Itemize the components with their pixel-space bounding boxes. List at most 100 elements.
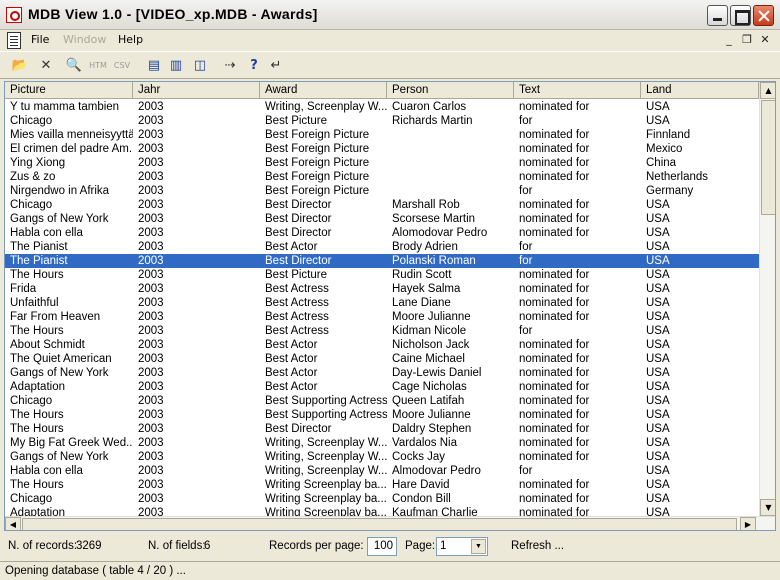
table-row[interactable]: Frida 2003 Best Actress Hayek Salma nominate… xyxy=(5,282,759,296)
tile-windows-icon[interactable]: ▤ xyxy=(144,56,164,76)
open-folder-icon[interactable]: 📂 xyxy=(10,56,30,76)
cell-jahr: 2003 xyxy=(138,269,164,281)
cell-jahr: 2003 xyxy=(138,423,164,435)
cell-jahr: 2003 xyxy=(138,479,164,491)
table-row[interactable]: Zus & zo 2003 Best Foreign Picture nominate… xyxy=(5,170,759,184)
cell-jahr: 2003 xyxy=(138,451,164,463)
export-htm-icon[interactable]: HTM xyxy=(88,56,108,76)
table-row[interactable]: Chicago 2003 Best Supporting Actress Queen … xyxy=(5,394,759,408)
cell-land: USA xyxy=(646,479,670,491)
table-row[interactable]: Chicago 2003 Writing Screenplay ba... Condo… xyxy=(5,492,759,506)
vertical-scrollbar[interactable]: ▲ ▼ xyxy=(759,82,775,516)
table-row[interactable]: Chicago 2003 Best Picture Richards Martin fo… xyxy=(5,114,759,128)
table-row[interactable]: Adaptation 2003 Writing Screenplay ba... Ka… xyxy=(5,506,759,516)
column-header-person[interactable]: Person xyxy=(387,82,514,99)
table-row[interactable]: Adaptation 2003 Best Actor Cage Nicholas nom… xyxy=(5,380,759,394)
mdi-minimize-icon[interactable]: _ xyxy=(721,33,737,47)
table-row[interactable]: Chicago 2003 Best Director Marshall Rob nomi… xyxy=(5,198,759,212)
data-grid[interactable]: Picture Jahr Award Person Text Land Y tu… xyxy=(4,81,776,531)
search-icon[interactable]: 🔍 xyxy=(64,56,84,76)
cell-land: Mexico xyxy=(646,143,683,155)
cell-picture: Zus & zo xyxy=(10,171,56,183)
close-button[interactable] xyxy=(753,5,774,26)
page-select[interactable]: 1 ▼ xyxy=(436,537,488,556)
table-row[interactable]: Habla con ella 2003 Best Director Alomodova… xyxy=(5,226,759,240)
horizontal-scrollbar[interactable]: ◀ ▶ xyxy=(5,516,775,530)
column-header-picture[interactable]: Picture xyxy=(5,82,133,99)
minimize-button[interactable] xyxy=(707,5,728,26)
chevron-down-icon[interactable]: ▼ xyxy=(471,539,486,554)
table-row[interactable]: Habla con ella 2003 Writing, Screenplay W.… xyxy=(5,464,759,478)
column-header-text[interactable]: Text xyxy=(514,82,641,99)
table-row[interactable]: The Pianist 2003 Best Director Polanski Rom… xyxy=(5,254,759,268)
table-row[interactable]: About Schmidt 2003 Best Actor Nicholson Jac… xyxy=(5,338,759,352)
table-row[interactable]: Gangs of New York 2003 Writing, Screenplay… xyxy=(5,450,759,464)
menu-help[interactable]: Help xyxy=(118,33,143,46)
cell-text: nominated for xyxy=(519,507,590,516)
table-row[interactable]: Ying Xiong 2003 Best Foreign Picture nomina… xyxy=(5,156,759,170)
records-per-page-input[interactable]: 100 xyxy=(367,537,397,556)
column-header-award[interactable]: Award xyxy=(260,82,387,99)
page-select-value: 1 xyxy=(440,540,447,552)
cell-jahr: 2003 xyxy=(138,241,164,253)
cell-jahr: 2003 xyxy=(138,507,164,516)
table-row[interactable]: Far From Heaven 2003 Best Actress Moore Jul… xyxy=(5,310,759,324)
arrange-icon[interactable]: ⇢ xyxy=(220,56,240,76)
cell-award: Writing, Screenplay W... xyxy=(265,451,387,463)
cell-text: nominated for xyxy=(519,423,590,435)
export-csv-icon[interactable]: CSV xyxy=(112,56,132,76)
table-row[interactable]: Y tu mamma tambien 2003 Writing, Screenpla… xyxy=(5,100,759,114)
column-header-land[interactable]: Land xyxy=(641,82,759,99)
horizontal-scroll-thumb[interactable] xyxy=(22,518,737,530)
cell-jahr: 2003 xyxy=(138,325,164,337)
table-row[interactable]: The Hours 2003 Writing Screenplay ba... Har… xyxy=(5,478,759,492)
table-row[interactable]: The Hours 2003 Best Director Daldry Stephen… xyxy=(5,422,759,436)
app-icon[interactable] xyxy=(6,7,22,23)
cell-jahr: 2003 xyxy=(138,283,164,295)
table-row[interactable]: Unfaithful 2003 Best Actress Lane Diane nomi… xyxy=(5,296,759,310)
cell-award: Best Director xyxy=(265,227,332,239)
cell-picture: Mies vailla menneisyyttä xyxy=(10,129,133,141)
table-row[interactable]: Gangs of New York 2003 Best Actor Day-Lewis… xyxy=(5,366,759,380)
table-row[interactable]: My Big Fat Greek Wed... 2003 Writing, Scre… xyxy=(5,436,759,450)
cell-person xyxy=(387,184,514,198)
cascade-windows-icon[interactable]: ▥ xyxy=(166,56,186,76)
table-row[interactable]: Mies vailla menneisyyttä 2003 Best Foreign… xyxy=(5,128,759,142)
cell-picture: Adaptation xyxy=(10,381,65,393)
back-icon[interactable]: ↵ xyxy=(266,56,286,76)
cell-picture: Gangs of New York xyxy=(10,213,109,225)
vertical-scroll-thumb[interactable] xyxy=(761,100,775,215)
table-row[interactable]: The Hours 2003 Best Actress Kidman Nicole fo… xyxy=(5,324,759,338)
cell-picture: The Hours xyxy=(10,269,64,281)
cell-jahr: 2003 xyxy=(138,297,164,309)
table-row[interactable]: El crimen del padre Am... 2003 Best Foreig… xyxy=(5,142,759,156)
table-row[interactable]: The Quiet American 2003 Best Actor Caine Mi… xyxy=(5,352,759,366)
table-row[interactable]: Nirgendwo in Afrika 2003 Best Foreign Pict… xyxy=(5,184,759,198)
cell-jahr: 2003 xyxy=(138,115,164,127)
split-view-icon[interactable]: ◫ xyxy=(190,56,210,76)
cell-person: Cuaron Carlos xyxy=(392,101,467,113)
cell-person xyxy=(387,142,514,156)
scroll-down-icon[interactable]: ▼ xyxy=(760,499,775,516)
column-header-jahr[interactable]: Jahr xyxy=(133,82,260,99)
table-row[interactable]: Gangs of New York 2003 Best Director Scorse… xyxy=(5,212,759,226)
refresh-button[interactable]: Refresh ... xyxy=(511,540,564,552)
menu-file[interactable]: File xyxy=(31,33,49,46)
document-icon[interactable] xyxy=(7,32,21,49)
scroll-up-icon[interactable]: ▲ xyxy=(760,82,775,99)
scroll-right-icon[interactable]: ▶ xyxy=(740,517,756,530)
menu-window[interactable]: Window xyxy=(63,33,106,46)
cell-text: nominated for xyxy=(519,493,590,505)
maximize-button[interactable] xyxy=(730,5,751,26)
close-database-icon[interactable]: ✕ xyxy=(36,56,56,76)
whats-this-help-icon[interactable]: ? xyxy=(244,56,264,76)
mdi-restore-icon[interactable]: ❐ xyxy=(739,33,755,47)
table-row[interactable]: The Pianist 2003 Best Actor Brody Adrien for… xyxy=(5,240,759,254)
table-row[interactable]: The Hours 2003 Best Supporting Actress Moor… xyxy=(5,408,759,422)
cell-land: USA xyxy=(646,241,670,253)
table-row[interactable]: The Hours 2003 Best Picture Rudin Scott nomi… xyxy=(5,268,759,282)
mdi-close-icon[interactable]: ✕ xyxy=(757,33,773,47)
cell-award: Best Director xyxy=(265,423,332,435)
cell-text: nominated for xyxy=(519,143,590,155)
scroll-left-icon[interactable]: ◀ xyxy=(5,517,21,530)
